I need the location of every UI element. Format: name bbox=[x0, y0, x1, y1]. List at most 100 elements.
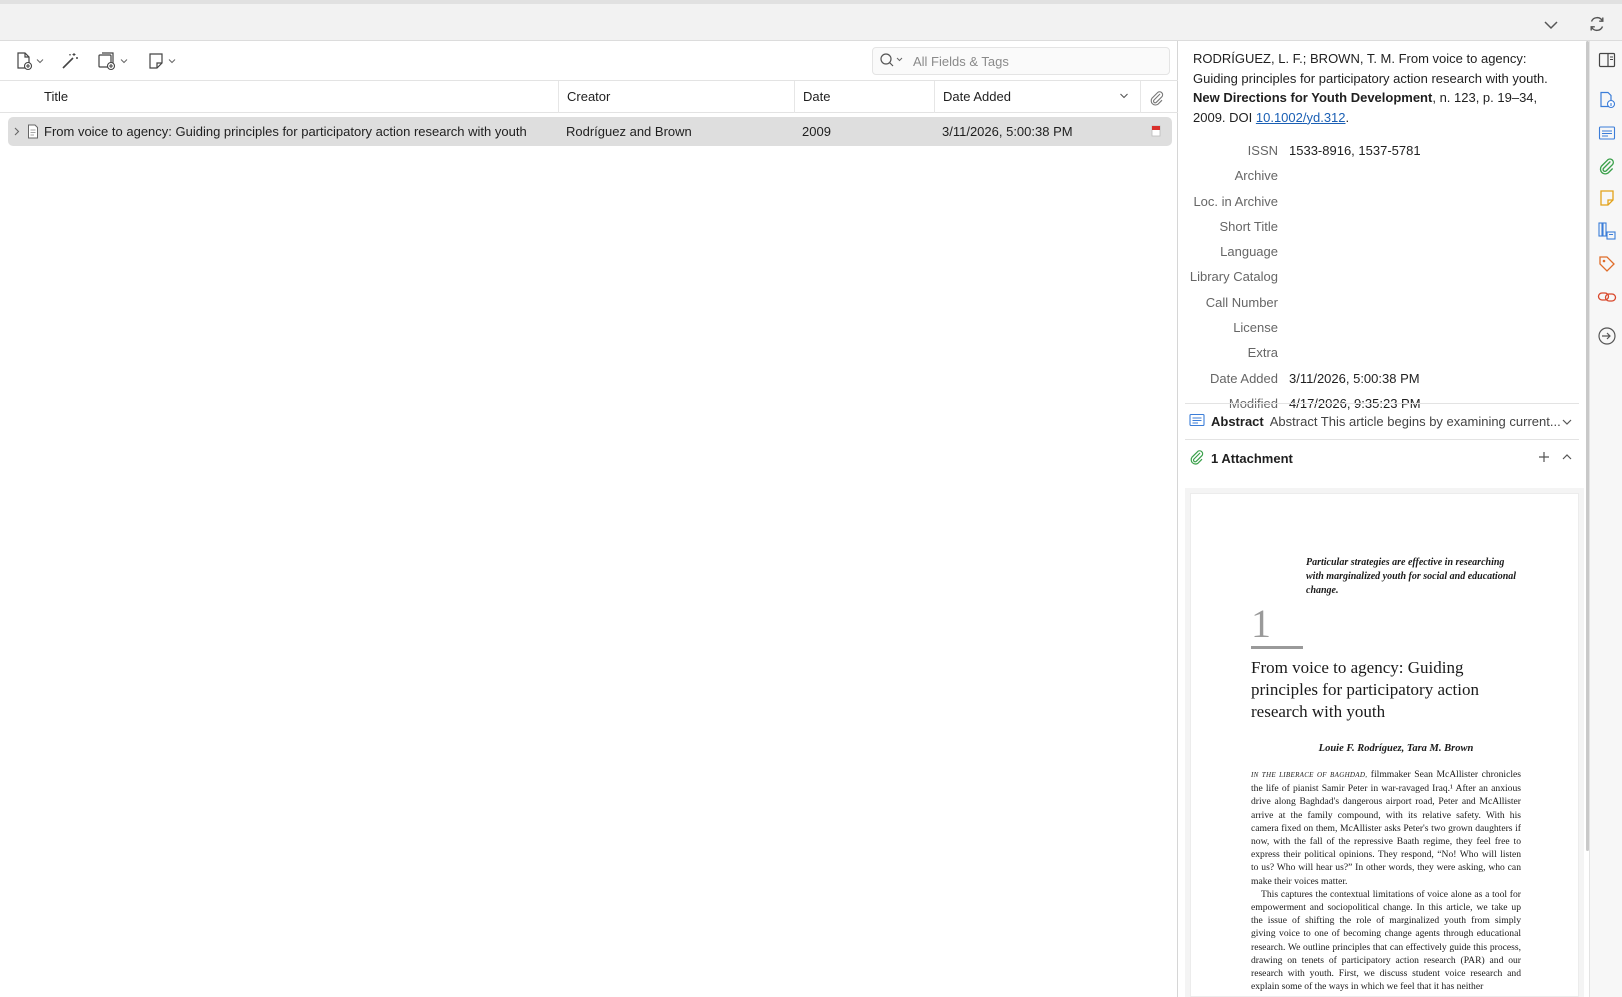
pdf-authors: Louie F. Rodríguez, Tara M. Brown bbox=[1318, 743, 1474, 754]
chevron-down-icon bbox=[168, 57, 176, 65]
info-icon[interactable] bbox=[1596, 89, 1618, 111]
field-language[interactable]: Language bbox=[1179, 240, 1574, 265]
abstract-label: Abstract bbox=[1211, 414, 1264, 429]
abstract-icon bbox=[1189, 413, 1205, 430]
collapse-toggle-icon[interactable] bbox=[1542, 16, 1560, 34]
tags-nav-icon[interactable] bbox=[1596, 253, 1618, 275]
doi-link[interactable]: 10.1002/yd.312 bbox=[1256, 110, 1346, 125]
field-label: ISSN bbox=[1247, 143, 1278, 158]
toggle-pane-icon[interactable] bbox=[1596, 49, 1618, 71]
sort-chevron-icon bbox=[1119, 81, 1129, 113]
column-date-added-label: Date Added bbox=[943, 89, 1011, 104]
locate-icon[interactable] bbox=[1596, 325, 1618, 347]
field-label: Extra bbox=[1247, 345, 1278, 361]
field-license[interactable]: License bbox=[1179, 316, 1574, 341]
abstract-summary: Abstract This article begins by examinin… bbox=[1269, 414, 1561, 429]
field-label: Language bbox=[1220, 244, 1278, 260]
add-attachment-button[interactable] bbox=[96, 49, 128, 73]
field-label: License bbox=[1233, 320, 1278, 336]
citation-header: RODRÍGUEZ, L. F.; BROWN, T. M. From voic… bbox=[1193, 49, 1573, 127]
paperclip-icon bbox=[1149, 89, 1165, 106]
field-date-added: Date Added 3/11/2026, 5:00:38 PM bbox=[1179, 367, 1574, 392]
attachments-header[interactable]: 1 Attachment bbox=[1189, 449, 1293, 468]
libraries-collections-icon[interactable] bbox=[1596, 220, 1618, 242]
field-label: Date Added bbox=[1210, 370, 1278, 386]
title-bar bbox=[0, 0, 1622, 41]
new-note-icon bbox=[146, 51, 166, 71]
field-loc-in-archive[interactable]: Loc. in Archive bbox=[1179, 190, 1574, 215]
add-by-identifier-button[interactable] bbox=[60, 49, 80, 73]
chevron-down-icon bbox=[36, 57, 44, 65]
pdf-title: From voice to agency: Guiding principles… bbox=[1251, 658, 1479, 721]
expand-twisty-icon[interactable] bbox=[12, 117, 22, 146]
field-label: Call Number bbox=[1205, 294, 1278, 310]
search-input[interactable]: All Fields & Tags bbox=[913, 54, 1009, 69]
pdf-paragraph-text: filmmaker Sean McAllister chronicles the… bbox=[1251, 769, 1521, 887]
item-date: 2009 bbox=[802, 124, 831, 139]
column-header: Title Creator Date Date Added bbox=[0, 81, 1178, 113]
field-short-title[interactable]: Short Title bbox=[1179, 215, 1574, 240]
chevron-down-icon bbox=[120, 57, 128, 65]
journal-article-icon bbox=[27, 117, 39, 146]
add-attachment-plus-icon[interactable] bbox=[1537, 450, 1551, 467]
column-date-added[interactable]: Date Added bbox=[934, 81, 1140, 113]
add-attachment-icon bbox=[96, 51, 118, 71]
field-archive[interactable]: Archive bbox=[1179, 164, 1574, 189]
pdf-paragraph: In the Liberace of Baghdad, filmmaker Se… bbox=[1251, 768, 1521, 888]
pdf-chapter-number: 1 bbox=[1251, 601, 1271, 646]
field-call-number[interactable]: Call Number bbox=[1179, 291, 1574, 316]
items-toolbar: All Fields & Tags bbox=[0, 41, 1178, 81]
citation-end: . bbox=[1345, 109, 1350, 125]
new-item-icon bbox=[14, 51, 34, 71]
collapse-chevron-icon[interactable] bbox=[1561, 451, 1573, 466]
zotero-window: All Fields & Tags Title Creator Date Dat… bbox=[0, 0, 1622, 997]
pdf-attachment-icon[interactable] bbox=[1150, 117, 1162, 146]
pdf-epigraph: Particular strategies are effective in r… bbox=[1306, 557, 1517, 596]
pdf-rule bbox=[1251, 646, 1303, 649]
field-library-catalog[interactable]: Library Catalog bbox=[1179, 265, 1574, 290]
field-issn[interactable]: ISSN 1533-8916, 1537-5781 bbox=[1179, 139, 1574, 164]
pdf-lead-smallcaps: In the Liberace of Baghdad, bbox=[1251, 771, 1368, 779]
item-creator: Rodríguez and Brown bbox=[566, 124, 692, 139]
column-title[interactable]: Title bbox=[36, 81, 558, 113]
pdf-paragraph: This captures the contextual limitations… bbox=[1251, 888, 1521, 993]
table-row[interactable]: From voice to agency: Guiding principles… bbox=[8, 117, 1172, 146]
field-label: Archive bbox=[1234, 168, 1278, 184]
attachment-preview[interactable]: Particular strategies are effective in r… bbox=[1190, 493, 1579, 997]
field-extra[interactable]: Extra bbox=[1179, 341, 1574, 366]
abstract-section[interactable]: Abstract Abstract This article begins by… bbox=[1185, 403, 1579, 439]
pdf-page: Particular strategies are effective in r… bbox=[1251, 556, 1521, 993]
column-creator[interactable]: Creator bbox=[558, 81, 794, 113]
column-attachments[interactable] bbox=[1140, 81, 1178, 113]
attachments-label: 1 Attachment bbox=[1211, 451, 1293, 466]
item-date-added: 3/11/2026, 5:00:38 PM bbox=[942, 124, 1073, 139]
field-label: Library Catalog bbox=[1189, 269, 1278, 285]
item-pane: RODRÍGUEZ, L. F.; BROWN, T. M. From voic… bbox=[1179, 41, 1589, 997]
paperclip-icon bbox=[1189, 449, 1205, 468]
field-value: 3/11/2026, 5:00:38 PM bbox=[1289, 370, 1420, 386]
sync-icon[interactable] bbox=[1587, 14, 1607, 34]
field-label: Loc. in Archive bbox=[1193, 193, 1278, 209]
item-pane-sidenav bbox=[1589, 41, 1622, 997]
field-value[interactable]: 1533-8916, 1537-5781 bbox=[1289, 143, 1421, 158]
abstract-nav-icon[interactable] bbox=[1596, 122, 1618, 144]
search-field[interactable]: All Fields & Tags bbox=[872, 47, 1170, 75]
new-note-button[interactable] bbox=[146, 49, 176, 73]
items-pane: All Fields & Tags Title Creator Date Dat… bbox=[0, 41, 1178, 997]
new-item-button[interactable] bbox=[14, 49, 44, 73]
related-nav-icon[interactable] bbox=[1596, 286, 1618, 308]
magic-wand-icon bbox=[60, 51, 80, 71]
notes-nav-icon[interactable] bbox=[1596, 187, 1618, 209]
citation-journal: New Directions for Youth Development bbox=[1193, 90, 1433, 105]
attachments-nav-icon[interactable] bbox=[1596, 155, 1618, 177]
abstract-header[interactable]: Abstract Abstract This article begins by… bbox=[1189, 413, 1561, 430]
info-fields: ISSN 1533-8916, 1537-5781 Archive Loc. in… bbox=[1179, 139, 1574, 417]
attachments-section: 1 Attachment bbox=[1185, 439, 1579, 475]
column-date[interactable]: Date bbox=[794, 81, 934, 113]
expand-chevron-icon[interactable] bbox=[1561, 416, 1573, 431]
item-title: From voice to agency: Guiding principles… bbox=[44, 124, 527, 139]
items-list: From voice to agency: Guiding principles… bbox=[8, 117, 1172, 146]
citation-authors: RODRÍGUEZ, L. F.; BROWN, T. M. From voic… bbox=[1193, 51, 1548, 86]
pdf-body: In the Liberace of Baghdad, filmmaker Se… bbox=[1251, 768, 1521, 993]
search-icon[interactable] bbox=[879, 52, 905, 71]
